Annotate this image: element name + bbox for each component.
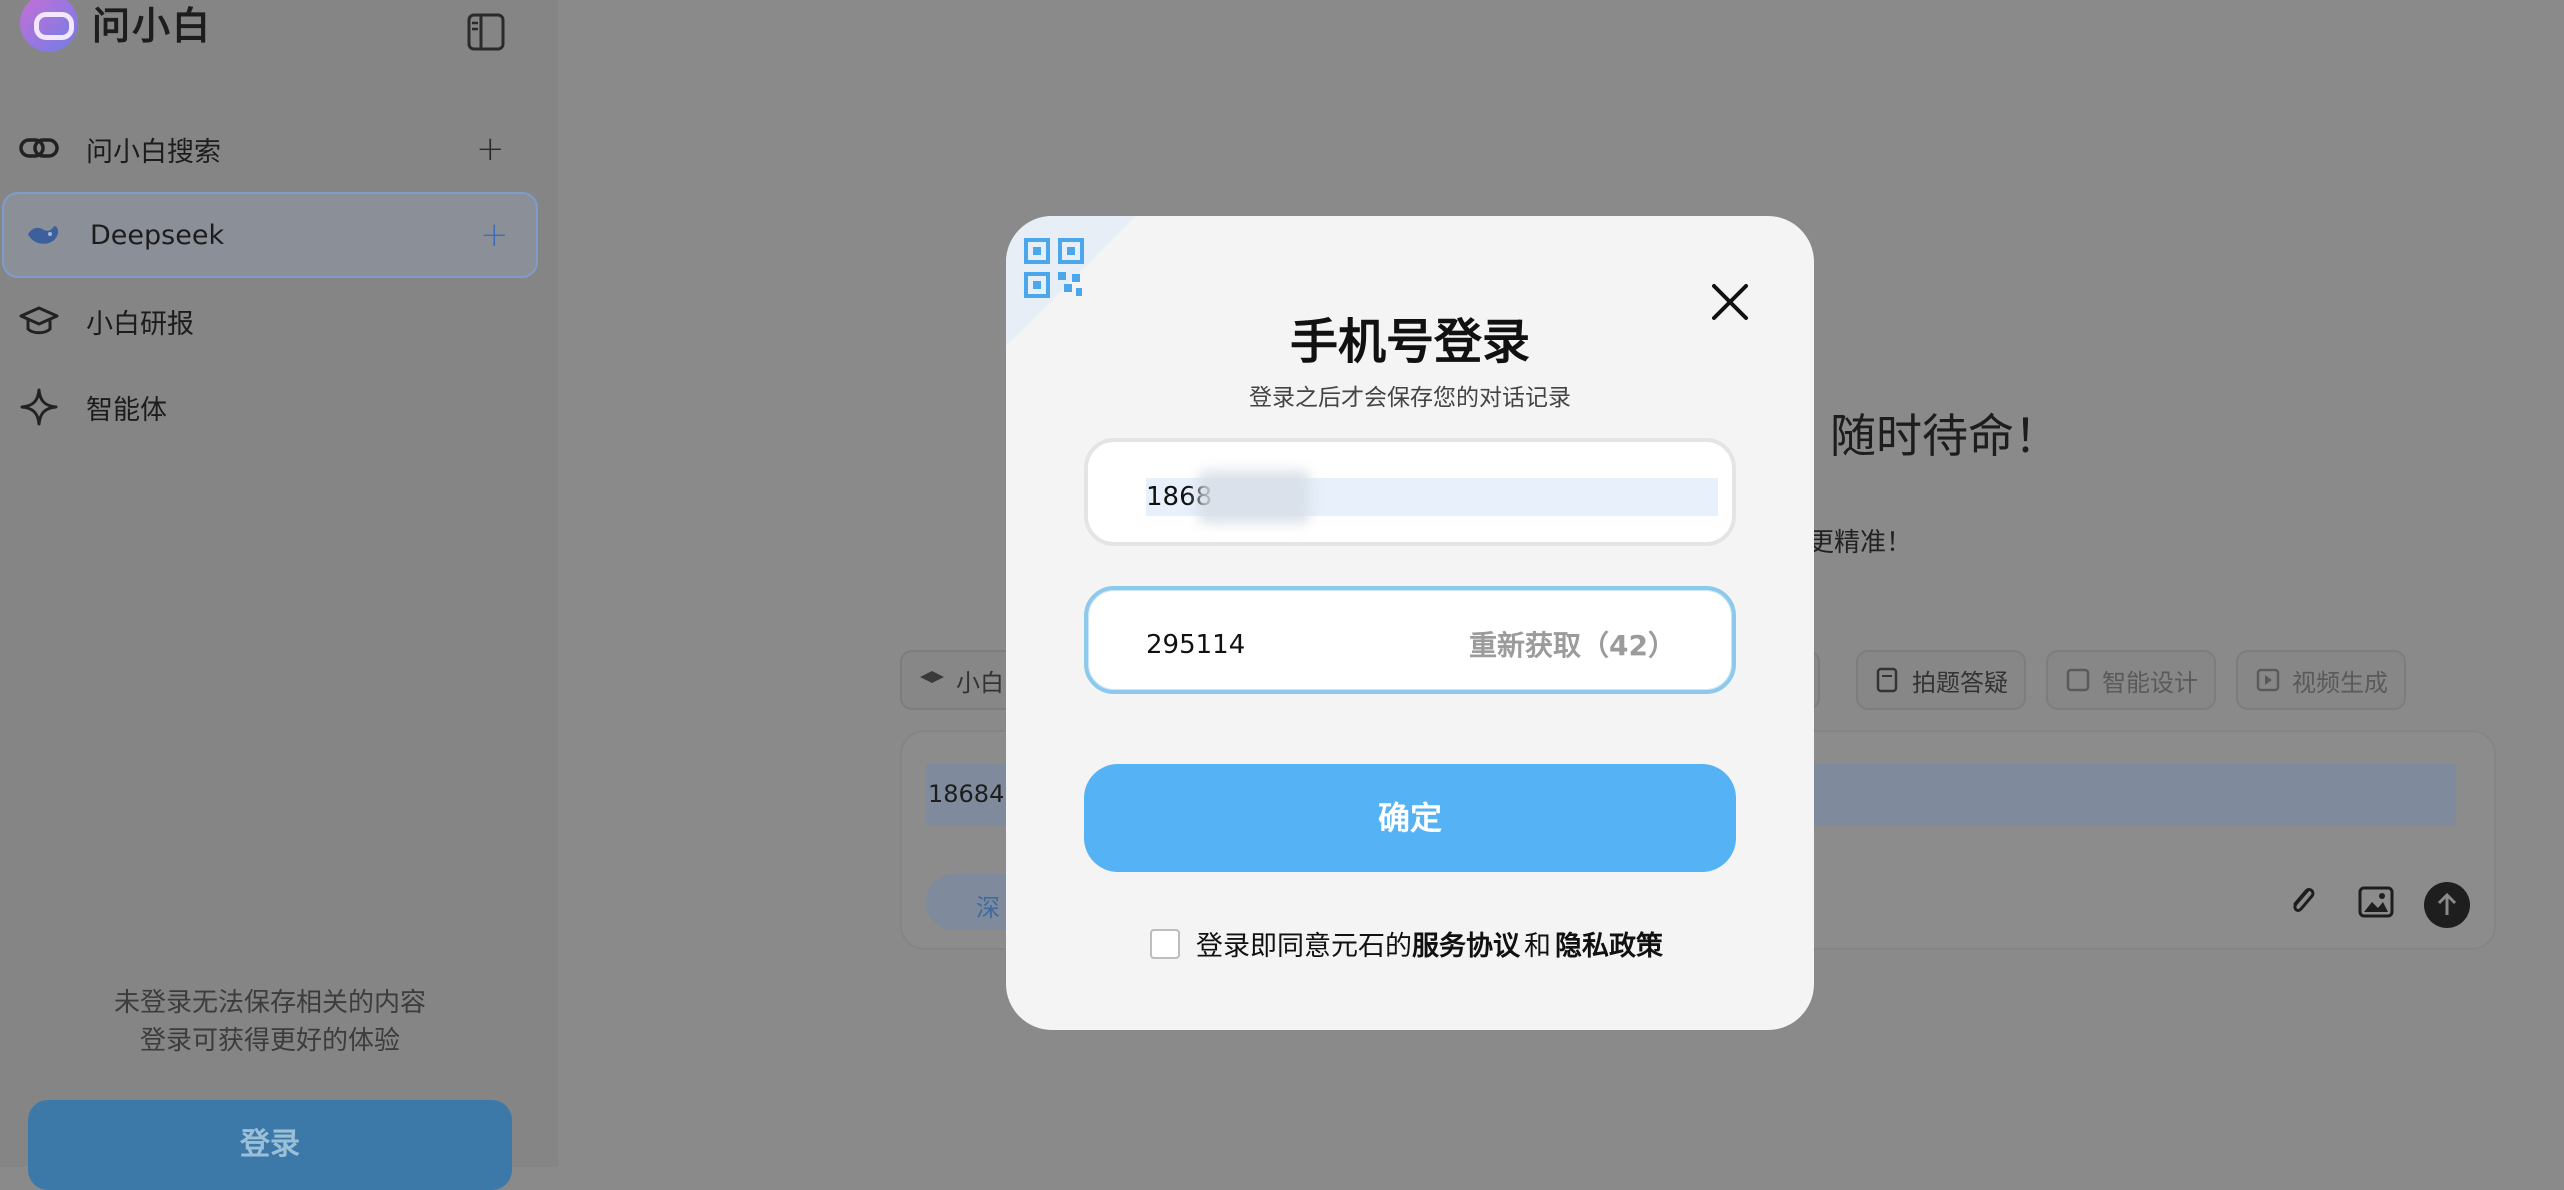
agreement-prefix: 登录即同意元石的 bbox=[1196, 931, 1412, 962]
video-icon bbox=[2256, 668, 2280, 692]
confirm-button[interactable]: 确定 bbox=[1084, 764, 1736, 872]
paperclip-icon[interactable] bbox=[2282, 880, 2326, 924]
chip-photo-qa[interactable]: 拍题答疑 bbox=[1856, 650, 2026, 710]
arrow-up-icon bbox=[2437, 892, 2457, 915]
modal-subtitle: 登录之后才会保存您的对话记录 bbox=[1249, 385, 1571, 411]
design-icon bbox=[2066, 668, 2090, 692]
agreement-checkbox[interactable] bbox=[1150, 928, 1180, 959]
sidebar-item-research[interactable]: 小白研报 bbox=[0, 278, 540, 364]
sidebar: 问小白 问小白搜索 + Deepseek + 小白研报 智能体 未登录无法保存相… bbox=[0, 0, 558, 1190]
sidebar-item-deepseek[interactable]: Deepseek + bbox=[2, 192, 538, 278]
sidebar-item-label: 问小白搜索 bbox=[86, 136, 221, 168]
chip-label: 视频生成 bbox=[2292, 668, 2388, 697]
logo[interactable]: 问小白 bbox=[20, 0, 212, 52]
phone-field[interactable]: 1868 bbox=[1084, 438, 1736, 546]
agreement-and: 和 bbox=[1524, 931, 1551, 962]
verification-code-field[interactable]: 295114 重新获取（42） bbox=[1084, 586, 1736, 694]
link-icon bbox=[19, 138, 59, 158]
main-hero-text: 随时待命！ bbox=[1830, 409, 2060, 463]
login-hint: 未登录无法保存相关的内容 登录可获得更好的体验 bbox=[0, 984, 540, 1060]
image-upload-icon[interactable] bbox=[2354, 880, 2398, 924]
deep-think-label: 深 bbox=[976, 894, 1000, 922]
qr-code-icon[interactable] bbox=[1024, 238, 1084, 298]
modal-title: 手机号登录 bbox=[1289, 314, 1530, 370]
graduation-cap-icon bbox=[19, 306, 59, 335]
login-modal: 手机号登录 登录之后才会保存您的对话记录 1868 295114 重新获取（42… bbox=[1006, 216, 1814, 1030]
code-value: 295114 bbox=[1146, 630, 1246, 660]
main-sub-text: 更精准！ bbox=[1808, 528, 1913, 558]
graduation-cap-icon bbox=[920, 671, 944, 683]
sidebar-toggle-icon[interactable] bbox=[466, 12, 506, 52]
chip-label: 拍题答疑 bbox=[1912, 668, 2008, 697]
redacted-digits bbox=[1198, 470, 1310, 524]
photo-question-icon bbox=[1876, 667, 1898, 693]
sidebar-item-search[interactable]: 问小白搜索 + bbox=[0, 106, 540, 192]
sparkle-icon bbox=[20, 388, 58, 426]
resend-code-button[interactable]: 重新获取（42） bbox=[1469, 624, 1676, 664]
login-hint-line1: 未登录无法保存相关的内容 bbox=[113, 988, 426, 1018]
sidebar-item-agents[interactable]: 智能体 bbox=[0, 364, 540, 450]
terms-link[interactable]: 服务协议 bbox=[1412, 924, 1520, 963]
chip-label: 智能设计 bbox=[2102, 668, 2198, 697]
chip-design[interactable]: 智能设计 bbox=[2046, 650, 2216, 710]
sidebar-login-button[interactable]: 登录 bbox=[28, 1100, 512, 1190]
chip-label: 小白 bbox=[956, 668, 1004, 697]
sidebar-item-label: 智能体 bbox=[86, 394, 167, 426]
add-search-button[interactable]: + bbox=[476, 129, 505, 169]
chip-research[interactable]: 小白 bbox=[900, 650, 1022, 710]
app-name: 问小白 bbox=[92, 3, 213, 48]
agreement-row: 登录即同意元石的 服务协议 和 隐私政策 bbox=[1150, 924, 1663, 963]
privacy-link[interactable]: 隐私政策 bbox=[1555, 924, 1663, 963]
sidebar-item-label: Deepseek bbox=[90, 219, 225, 251]
sidebar-item-label: 小白研报 bbox=[86, 308, 194, 340]
app-root: 问小白 问小白搜索 + Deepseek + 小白研报 智能体 未登录无法保存相… bbox=[0, 0, 2564, 1190]
whale-icon bbox=[28, 226, 59, 244]
chip-video[interactable]: 视频生成 bbox=[2236, 650, 2406, 710]
logo-icon bbox=[20, 0, 78, 52]
login-hint-line2: 登录可获得更好的体验 bbox=[139, 1026, 400, 1056]
send-button[interactable] bbox=[2424, 882, 2470, 928]
add-deepseek-button[interactable]: + bbox=[480, 215, 509, 255]
